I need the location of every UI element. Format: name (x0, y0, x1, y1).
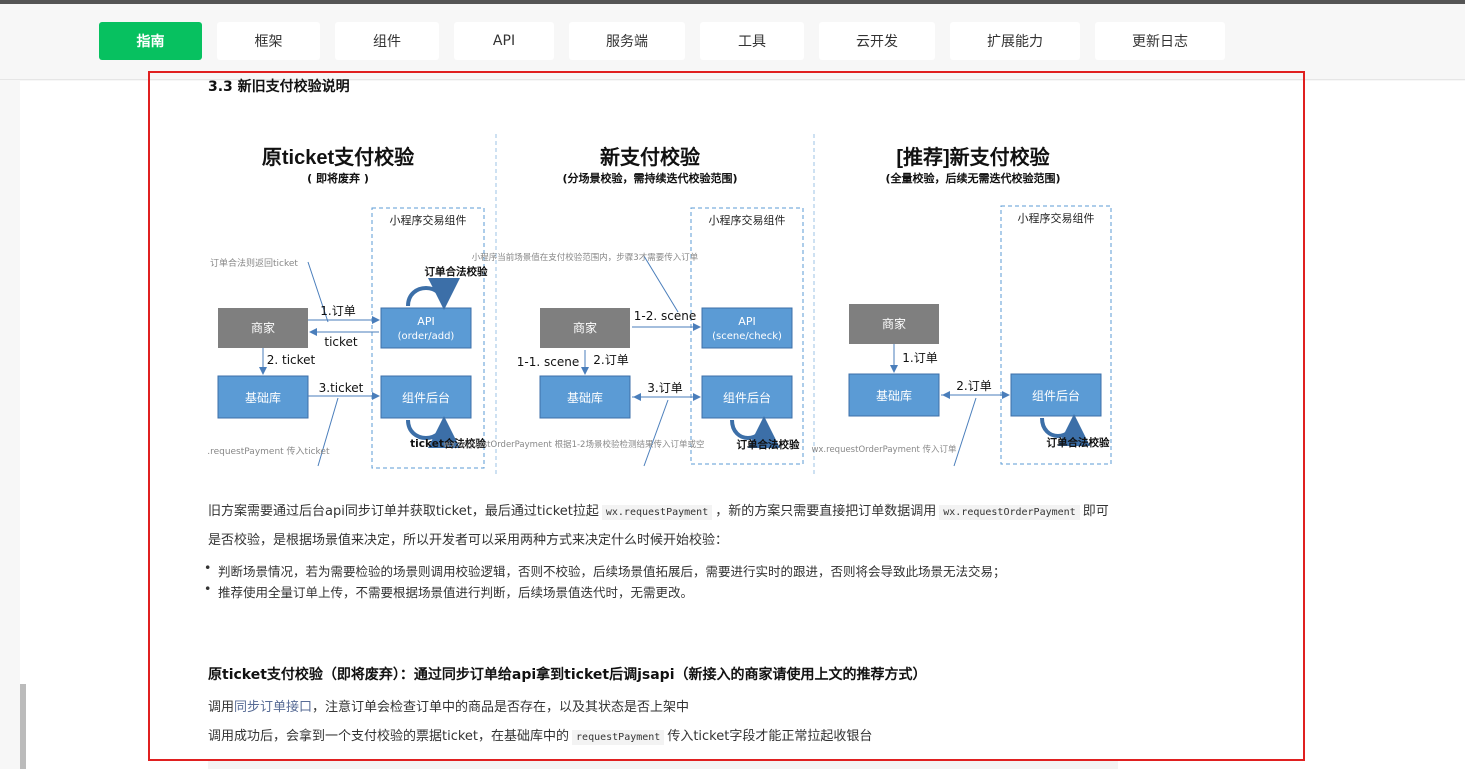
tab-server[interactable]: 服务端 (569, 22, 685, 60)
tab-changelog[interactable]: 更新日志 (1095, 22, 1225, 60)
tab-tools[interactable]: 工具 (700, 22, 804, 60)
highlight-box (148, 71, 1305, 761)
tab-guide[interactable]: 指南 (99, 22, 202, 60)
top-nav: 指南 框架 组件 API 服务端 工具 云开发 扩展能力 更新日志 (0, 4, 1465, 80)
tab-extensions[interactable]: 扩展能力 (950, 22, 1080, 60)
tab-components[interactable]: 组件 (335, 22, 439, 60)
code-block-edge (208, 760, 1118, 769)
tab-api[interactable]: API (454, 22, 554, 60)
tab-cloud[interactable]: 云开发 (819, 22, 935, 60)
tab-framework[interactable]: 框架 (217, 22, 320, 60)
scrollbar-thumb[interactable] (20, 684, 26, 769)
